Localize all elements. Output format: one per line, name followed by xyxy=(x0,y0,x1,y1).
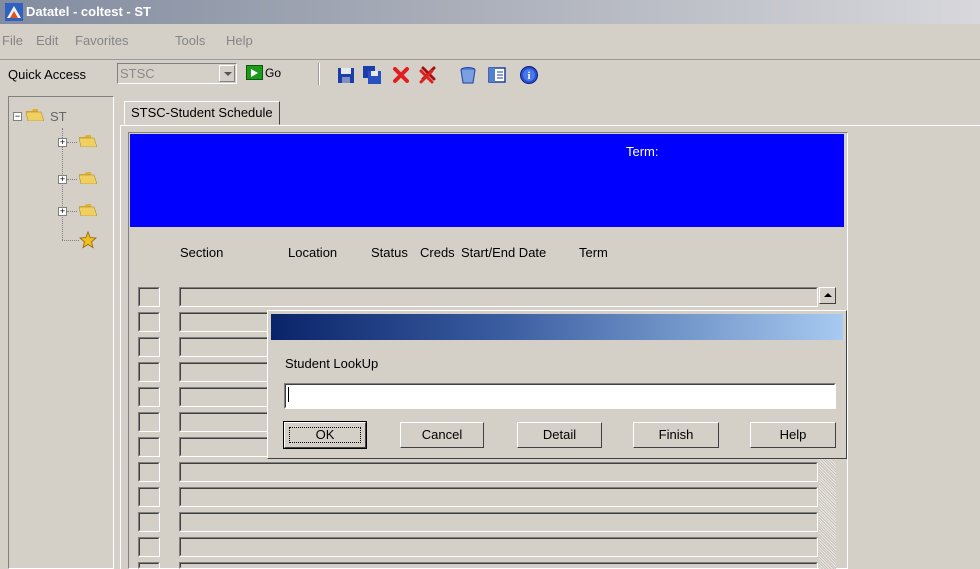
cancel-button[interactable]: Cancel xyxy=(400,422,484,448)
scroll-track[interactable] xyxy=(819,448,836,569)
tree-collapse-icon[interactable]: − xyxy=(13,112,22,121)
menu-favorites[interactable]: Favorites xyxy=(75,33,128,48)
row-select-box[interactable] xyxy=(138,437,160,457)
form-details-icon[interactable] xyxy=(487,65,507,85)
tree-expand-icon[interactable]: + xyxy=(58,207,67,216)
tree-connector xyxy=(67,179,77,180)
folder-icon[interactable] xyxy=(79,135,97,147)
dialog-title-bar xyxy=(271,314,843,340)
toolbar-separator xyxy=(318,63,320,85)
delete-all-icon[interactable] xyxy=(418,65,438,85)
row-select-box[interactable] xyxy=(138,337,160,357)
ok-button[interactable]: OK xyxy=(283,421,367,449)
header-banner: Term: xyxy=(130,134,844,227)
quick-access-value: STSC xyxy=(120,66,155,81)
student-lookup-dialog: Student LookUp OK Cancel Detail Finish H… xyxy=(267,310,847,459)
open-folder-icon xyxy=(26,109,44,121)
cancel-bucket-icon[interactable] xyxy=(458,65,478,85)
row-select-box[interactable] xyxy=(138,462,160,482)
col-start-end-date: Start/End Date xyxy=(461,245,547,260)
go-arrow-icon xyxy=(246,65,263,80)
schedule-row-field[interactable] xyxy=(179,537,818,557)
row-select-box[interactable] xyxy=(138,412,160,432)
row-select-box[interactable] xyxy=(138,512,160,532)
tree-connector xyxy=(67,142,77,143)
col-term: Term xyxy=(579,245,608,260)
favorites-star-icon[interactable] xyxy=(79,231,97,249)
schedule-row-field[interactable] xyxy=(179,487,818,507)
row-select-box[interactable] xyxy=(138,312,160,332)
go-button[interactable]: Go xyxy=(246,63,288,84)
folder-icon[interactable] xyxy=(79,204,97,216)
row-select-box[interactable] xyxy=(138,487,160,507)
detail-button[interactable]: Detail xyxy=(517,422,602,448)
title-bar: Datatel - coltest - ST xyxy=(0,0,980,24)
datatel-app-icon xyxy=(5,3,23,21)
text-caret xyxy=(288,387,289,402)
schedule-row-field[interactable] xyxy=(179,562,818,569)
tree-expand-icon[interactable]: + xyxy=(58,138,67,147)
save-icon[interactable] xyxy=(336,65,356,85)
col-status: Status xyxy=(371,245,408,260)
folder-icon[interactable] xyxy=(79,172,97,184)
save-all-icon[interactable] xyxy=(362,65,382,85)
schedule-row-field[interactable] xyxy=(179,287,818,307)
menu-tools[interactable]: Tools xyxy=(175,33,205,48)
go-label: Go xyxy=(265,66,282,80)
help-icon[interactable]: i xyxy=(519,65,539,85)
row-select-box[interactable] xyxy=(138,387,160,407)
delete-icon[interactable] xyxy=(391,65,411,85)
row-select-box[interactable] xyxy=(138,537,160,557)
chevron-down-icon[interactable] xyxy=(219,65,235,82)
finish-button[interactable]: Finish xyxy=(633,422,719,448)
focus-ring xyxy=(289,427,361,443)
menu-help[interactable]: Help xyxy=(226,33,253,48)
col-section: Section xyxy=(180,245,224,260)
menu-file[interactable]: File xyxy=(2,33,23,48)
toolbar-divider xyxy=(0,59,980,60)
row-select-box[interactable] xyxy=(138,562,160,569)
col-creds: Creds xyxy=(420,245,455,260)
quick-access-label: Quick Access xyxy=(8,67,87,82)
schedule-row-field[interactable] xyxy=(179,462,818,482)
term-label: Term: xyxy=(626,144,659,159)
student-lookup-input[interactable] xyxy=(284,383,836,409)
scroll-up-button[interactable] xyxy=(819,287,836,304)
tree-connector xyxy=(67,211,77,212)
menu-edit[interactable]: Edit xyxy=(36,33,58,48)
tree-expand-icon[interactable]: + xyxy=(58,175,67,184)
tab-student-schedule[interactable]: STSC-Student Schedule xyxy=(124,101,280,125)
tree-connector xyxy=(62,240,79,241)
row-select-box[interactable] xyxy=(138,287,160,307)
student-lookup-label: Student LookUp xyxy=(285,356,379,371)
quick-access-combo[interactable]: STSC xyxy=(117,63,237,84)
svg-text:i: i xyxy=(527,70,530,82)
tree-root-label[interactable]: ST xyxy=(50,109,67,124)
row-select-box[interactable] xyxy=(138,362,160,382)
col-location: Location xyxy=(288,245,338,260)
help-button[interactable]: Help xyxy=(750,422,836,448)
navigation-tree: − ST + + + xyxy=(8,96,114,569)
schedule-row-field[interactable] xyxy=(179,512,818,532)
window-title: Datatel - coltest - ST xyxy=(26,4,151,19)
